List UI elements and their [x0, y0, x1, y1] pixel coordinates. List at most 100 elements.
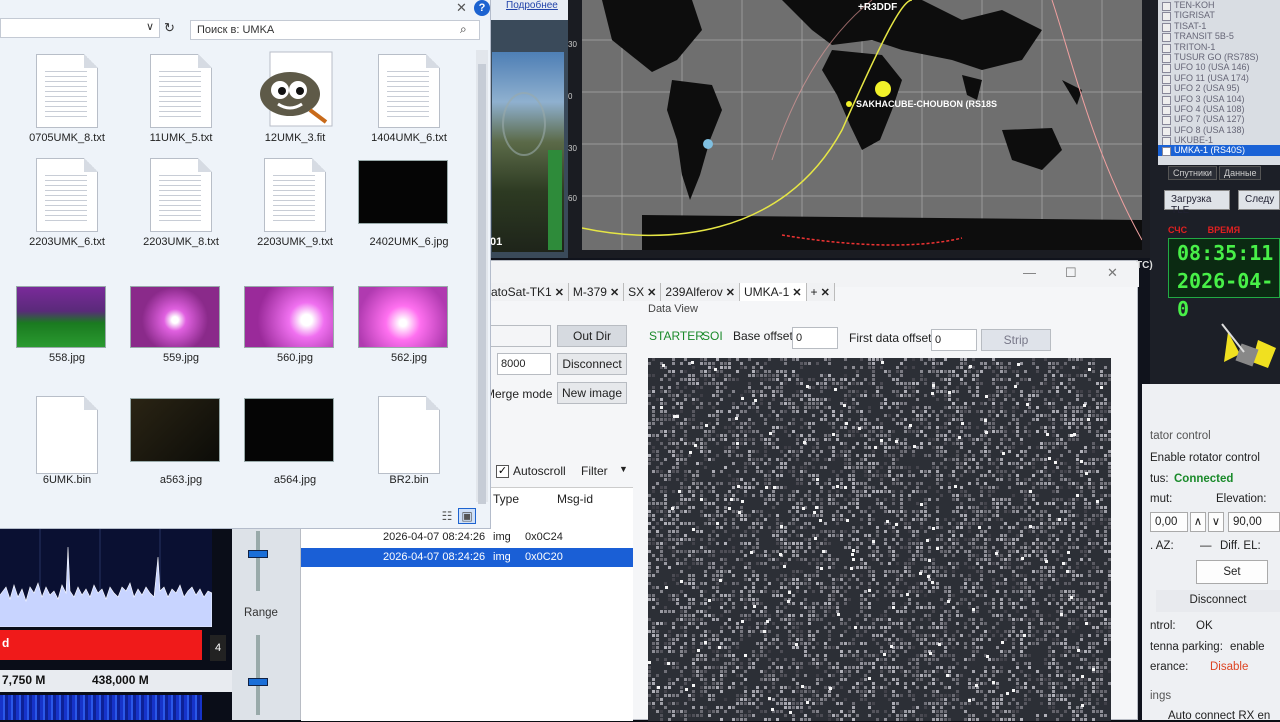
azimuth-input[interactable]: 0,00: [1150, 512, 1188, 532]
filter-chevron-icon[interactable]: ▼: [619, 464, 628, 474]
file-item[interactable]: 560.jpg: [240, 286, 350, 386]
column-header-msgid[interactable]: Msg-id: [557, 492, 593, 506]
tab-satellites[interactable]: Спутники: [1168, 166, 1217, 180]
tab-close-icon[interactable]: ✕: [821, 287, 830, 299]
file-item[interactable]: 562.jpg: [354, 286, 464, 386]
satellite-tab[interactable]: 239Alferov✕: [661, 283, 740, 301]
elevation-input[interactable]: 90,00: [1228, 512, 1280, 532]
azimuth-down-button[interactable]: ∨: [1208, 512, 1224, 532]
satellite-list-item[interactable]: UFO 2 (USA 95): [1158, 83, 1280, 93]
rotator-disconnect-button[interactable]: Disconnect: [1156, 590, 1280, 612]
file-item[interactable]: 559.jpg: [126, 286, 236, 386]
disconnect-button[interactable]: Disconnect: [557, 353, 627, 375]
out-dir-button[interactable]: Out Dir: [557, 325, 627, 347]
maximize-icon[interactable]: ☐: [1065, 265, 1077, 281]
satellite-marker: [846, 101, 852, 107]
satellite-list-item[interactable]: UFO 10 (USA 146): [1158, 62, 1280, 72]
text-file-icon: [36, 54, 98, 128]
file-name: 2203UMK_9.txt: [240, 236, 350, 248]
scrollbar-thumb[interactable]: [478, 64, 486, 504]
tab-data[interactable]: Данные: [1219, 166, 1262, 180]
tab-close-icon[interactable]: ✕: [647, 287, 656, 299]
satellite-tab[interactable]: M-379✕: [569, 283, 624, 301]
soi-label: SOI: [702, 329, 723, 343]
first-offset-input[interactable]: 0: [931, 329, 977, 351]
satellite-tabs: СпутникиДанные: [1168, 166, 1263, 180]
out-dir-field[interactable]: [487, 325, 551, 347]
table-row[interactable]: 2026-04-07 08:24:26img0x0C24: [301, 528, 633, 547]
table-row[interactable]: 2026-04-07 08:24:26img0x0C20: [301, 548, 633, 567]
file-explorer-window: ✕ ? ∨ ↻ Поиск в: UMKA ⌕ 0705UMK_8.txt11U…: [0, 0, 490, 528]
details-link[interactable]: Подробнее: [506, 0, 558, 11]
azimuth-up-button[interactable]: ∧: [1190, 512, 1206, 532]
tab-close-icon[interactable]: ✕: [555, 287, 564, 299]
column-header-type[interactable]: Type: [493, 492, 519, 506]
address-chevron-icon[interactable]: ∨: [146, 20, 154, 33]
minimize-icon[interactable]: —: [1023, 265, 1036, 280]
file-item[interactable]: BR2.bin: [354, 392, 464, 492]
satellite-list-item[interactable]: TRITON-1: [1158, 42, 1280, 52]
satellite-tab[interactable]: +✕: [807, 283, 835, 301]
file-item[interactable]: 12UMK_3.fit: [240, 50, 350, 150]
satellite-list-item[interactable]: UFO 11 (USA 174): [1158, 73, 1280, 83]
filter-dropdown[interactable]: Filter: [581, 464, 608, 478]
address-bar[interactable]: [0, 18, 160, 38]
satellite-list[interactable]: TEN-KOHTIGRISATTISAT-1TRANSIT 5B-5TRITON…: [1158, 0, 1280, 165]
file-item[interactable]: 2203UMK_6.txt: [12, 154, 122, 254]
tab-close-icon[interactable]: ✕: [726, 287, 735, 299]
file-item[interactable]: 2203UMK_9.txt: [240, 154, 350, 254]
file-item[interactable]: 2402UMK_6.jpg: [354, 154, 464, 254]
port-input[interactable]: 8000: [497, 353, 551, 375]
enable-rotator-label[interactable]: Enable rotator control: [1150, 452, 1260, 464]
world-map[interactable]: +R3DDF SAKHACUBE-CHOUBON (RS18S: [582, 0, 1142, 250]
satellite-list-item[interactable]: UKUBE-1: [1158, 135, 1280, 145]
satellite-list-item[interactable]: TISAT-1: [1158, 21, 1280, 31]
new-image-button[interactable]: New image: [557, 382, 627, 404]
tab-close-icon[interactable]: ✕: [610, 287, 619, 299]
file-item[interactable]: 558.jpg: [12, 286, 122, 386]
search-input[interactable]: Поиск в: UMKA: [190, 20, 480, 40]
file-item[interactable]: 1404UMK_6.txt: [354, 50, 464, 150]
upper-slider-knob[interactable]: [248, 550, 268, 558]
gimp-file-icon: [250, 50, 340, 130]
tab-close-icon[interactable]: ✕: [792, 287, 801, 299]
file-item[interactable]: 6UMK.bin: [12, 392, 122, 492]
satellite-tab[interactable]: UMKA-1✕: [740, 283, 807, 301]
data-view-image[interactable]: [648, 358, 1111, 721]
file-item[interactable]: 11UMK_5.txt: [126, 50, 236, 150]
satellite-list-item[interactable]: UFO 3 (USA 104): [1158, 94, 1280, 104]
text-file-icon: [150, 54, 212, 128]
base-offset-input[interactable]: 0: [792, 327, 838, 349]
range-slider-knob[interactable]: [248, 678, 268, 686]
file-item[interactable]: a564.jpg: [240, 392, 350, 492]
close-icon[interactable]: ✕: [1107, 265, 1118, 281]
satellite-tab[interactable]: atoSat-TK1✕: [487, 283, 569, 301]
refresh-icon[interactable]: ↻: [164, 20, 175, 36]
help-icon[interactable]: ?: [474, 0, 490, 16]
explorer-scrollbar[interactable]: [476, 50, 488, 502]
autoscroll-checkbox[interactable]: ✓: [496, 465, 509, 478]
satellite-list-item[interactable]: TEN-KOH: [1158, 0, 1280, 10]
set-button[interactable]: Set: [1196, 560, 1268, 584]
satellite-list-item[interactable]: UMKA-1 (RS40S): [1158, 145, 1280, 155]
clock-date: 2026-04-0: [1169, 267, 1279, 323]
satellite-tab[interactable]: SX✕: [624, 283, 661, 301]
next-button[interactable]: Следу: [1238, 190, 1280, 210]
satellite-list-item[interactable]: TUSUR GO (RS78S): [1158, 52, 1280, 62]
file-item[interactable]: 2203UMK_8.txt: [126, 154, 236, 254]
load-tle-button[interactable]: Загрузка TLE: [1164, 190, 1230, 210]
search-icon[interactable]: ⌕: [460, 22, 467, 37]
file-item[interactable]: 0705UMK_8.txt: [12, 50, 122, 150]
satellite-list-item[interactable]: UFO 4 (USA 108): [1158, 104, 1280, 114]
explorer-collapse-icon[interactable]: ✕: [456, 0, 467, 16]
autoconnect-label[interactable]: Auto connect RX en: [1168, 710, 1270, 722]
tolerance-label: erance:: [1150, 661, 1188, 673]
satellite-list-item[interactable]: TRANSIT 5B-5: [1158, 31, 1280, 41]
large-icons-view-icon[interactable]: ▣: [458, 508, 476, 524]
details-view-icon[interactable]: ☷: [438, 509, 456, 525]
satellite-list-item[interactable]: UFO 8 (USA 138): [1158, 125, 1280, 135]
satellite-list-item[interactable]: TIGRISAT: [1158, 10, 1280, 20]
file-item[interactable]: a563.jpg: [126, 392, 236, 492]
satellite-list-item[interactable]: UFO 7 (USA 127): [1158, 114, 1280, 124]
strip-button[interactable]: Strip: [981, 329, 1051, 351]
